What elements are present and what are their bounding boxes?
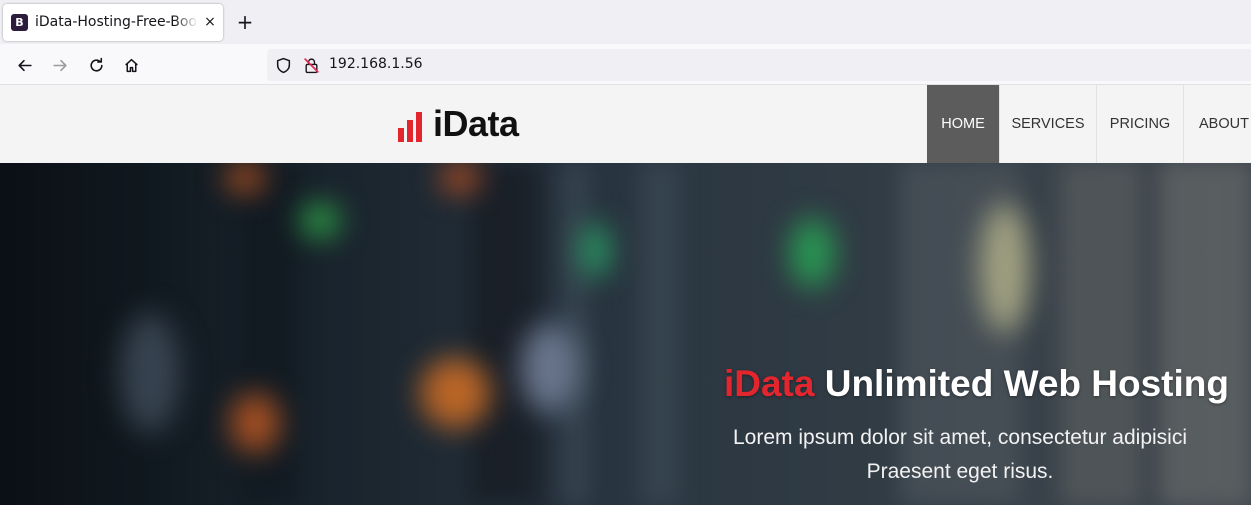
- url-text[interactable]: 192.168.1.56: [329, 56, 423, 72]
- arrow-right-icon: [52, 59, 67, 71]
- site-header: iData HOME SERVICES PRICING ABOUT: [0, 85, 1251, 163]
- reload-button[interactable]: [83, 52, 109, 78]
- menu-item-home[interactable]: HOME: [927, 85, 999, 163]
- bar-chart-logo-icon: [398, 112, 424, 142]
- back-button[interactable]: [11, 52, 37, 78]
- shield-icon[interactable]: [275, 57, 292, 74]
- hero-title-accent: iData: [723, 363, 815, 404]
- reload-icon: [89, 57, 103, 72]
- arrow-left-icon: [17, 59, 32, 71]
- hero-subtitle-line-2: Praesent eget risus.: [866, 460, 1054, 483]
- address-bar[interactable]: 192.168.1.56: [267, 49, 1251, 81]
- menu-item-pricing[interactable]: PRICING: [1096, 85, 1183, 163]
- browser-tab[interactable]: B iData-Hosting-Free-Bootstrap ×: [3, 4, 223, 41]
- home-button[interactable]: [118, 52, 144, 78]
- home-icon: [124, 58, 138, 72]
- close-tab-icon[interactable]: ×: [202, 14, 218, 30]
- hero-subtitle-line-1: Lorem ipsum dolor sit amet, consectetur …: [732, 426, 1188, 449]
- insecure-lock-icon[interactable]: [303, 57, 320, 74]
- tab-title: iData-Hosting-Free-Bootstrap: [35, 14, 198, 30]
- hero-title-rest: Unlimited Web Hosting: [814, 363, 1229, 404]
- new-tab-button[interactable]: +: [234, 11, 256, 33]
- site-logo[interactable]: iData: [398, 102, 519, 146]
- logo-text: iData: [433, 103, 519, 144]
- menu-item-about[interactable]: ABOUT: [1183, 85, 1251, 163]
- forward-button[interactable]: [47, 52, 73, 78]
- hero-title: iData Unlimited Web Hosting: [724, 363, 1229, 405]
- browser-tab-bar: B iData-Hosting-Free-Bootstrap × +: [0, 0, 1251, 44]
- hero-banner: iData Unlimited Web Hosting Lorem ipsum …: [0, 163, 1251, 505]
- menu-item-services[interactable]: SERVICES: [999, 85, 1096, 163]
- browser-toolbar: 192.168.1.56: [0, 44, 1251, 85]
- main-menu: HOME SERVICES PRICING ABOUT: [927, 85, 1251, 163]
- site-favicon-icon: B: [11, 14, 28, 31]
